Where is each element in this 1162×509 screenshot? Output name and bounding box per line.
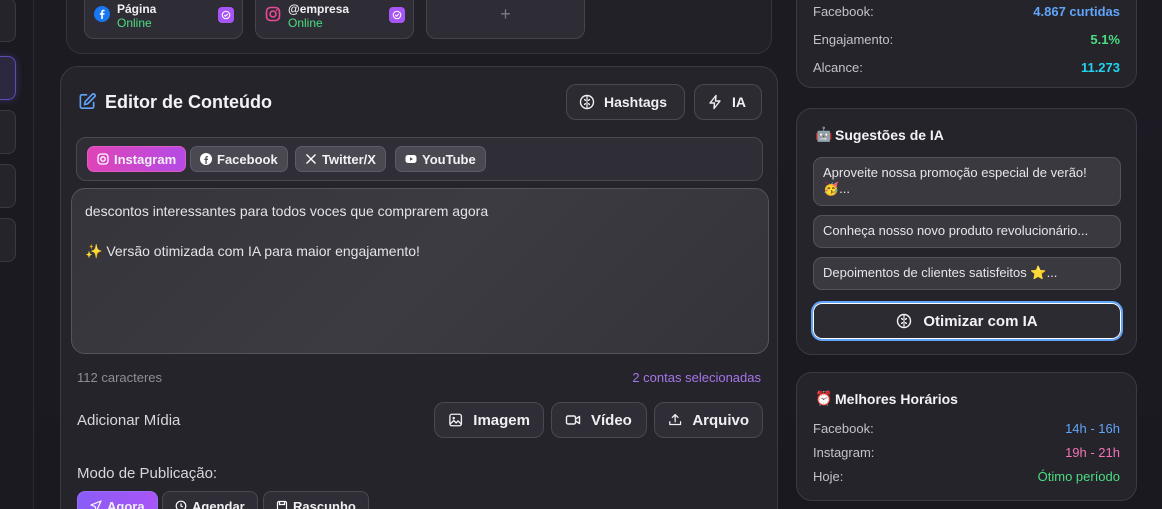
time-value: 19h - 21h: [1065, 445, 1120, 460]
sidebar-nav-button[interactable]: [0, 218, 16, 262]
time-label: Hoje:: [813, 469, 844, 484]
facebook-icon: [200, 153, 212, 165]
stat-label: Alcance:: [813, 60, 863, 75]
stats-card: Facebook: 4.867 curtidas Engajamento: 5.…: [796, 0, 1137, 88]
account-status: Online: [288, 16, 323, 30]
hashtags-label: Hashtags: [604, 94, 668, 110]
time-label: Facebook:: [813, 421, 874, 436]
accounts-panel: Página Online @empresa Online +: [66, 0, 772, 54]
brain-icon: [897, 313, 912, 329]
tab-label: Twitter/X: [322, 151, 376, 167]
mode-draft-button[interactable]: Rascunho: [263, 491, 369, 509]
editor-title: Editor de Conteúdo: [105, 92, 272, 112]
selected-accounts-count: 2 contas selecionadas: [632, 370, 761, 385]
alarm-clock-icon: ⏰: [815, 390, 833, 406]
account-card-instagram[interactable]: @empresa Online: [255, 0, 414, 39]
sidebar-nav-button-active[interactable]: [0, 56, 16, 100]
best-times-card: ⏰ Melhores Horários Facebook: 14h - 16h …: [796, 372, 1137, 501]
suggestions-title: Sugestões de IA: [835, 127, 944, 143]
check-icon[interactable]: [218, 7, 234, 23]
suggestion-item[interactable]: Aproveite nossa promoção especial de ver…: [813, 157, 1121, 206]
app-root: Página Online @empresa Online + Editor d…: [0, 0, 1162, 509]
clock-icon: [175, 500, 187, 509]
mode-label: Rascunho: [293, 498, 356, 509]
network-tabs: Instagram Facebook Twitter/X YouTube: [76, 137, 763, 181]
image-label: Imagem: [473, 411, 530, 429]
tab-twitter[interactable]: Twitter/X: [295, 146, 386, 172]
content-textarea[interactable]: descontos interessantes para todos voces…: [71, 188, 769, 354]
instagram-icon: [265, 6, 281, 22]
add-video-button[interactable]: Vídeo: [551, 402, 647, 438]
image-icon: [449, 413, 463, 427]
stat-value: 11.273: [1080, 60, 1120, 75]
file-label: Arquivo: [692, 411, 749, 429]
sidebar-nav-button[interactable]: [0, 0, 16, 42]
tab-youtube[interactable]: YouTube: [395, 146, 486, 172]
account-card-facebook[interactable]: Página Online: [84, 0, 243, 39]
content-editor-panel: Editor de Conteúdo Hashtags IA Instagram…: [60, 66, 778, 509]
tab-facebook[interactable]: Facebook: [190, 146, 288, 172]
character-count: 112 caracteres: [77, 370, 163, 385]
youtube-icon: [405, 155, 417, 163]
lightning-icon: [709, 94, 721, 110]
content-line: descontos interessantes para todos voces…: [85, 203, 489, 219]
add-file-button[interactable]: Arquivo: [654, 402, 763, 438]
check-icon[interactable]: [389, 7, 405, 23]
upload-icon: [669, 414, 682, 426]
suggestion-item[interactable]: Depoimentos de clientes satisfeitos ⭐...: [813, 257, 1121, 290]
edit-icon: [79, 93, 96, 109]
tab-label: YouTube: [422, 151, 476, 167]
sidebar-nav-button[interactable]: [0, 164, 16, 208]
time-label: Instagram:: [813, 445, 875, 460]
brain-icon: [579, 94, 595, 110]
ai-suggestions-card: 🤖 Sugestões de IA Aproveite nossa promoç…: [796, 108, 1137, 355]
mode-label: Agendar: [192, 498, 245, 509]
time-value: 14h - 16h: [1065, 421, 1120, 436]
content-line: ✨ Versão otimizada com IA para maior eng…: [85, 243, 420, 259]
tab-label: Instagram: [114, 151, 177, 167]
add-image-button[interactable]: Imagem: [434, 402, 544, 438]
ai-button[interactable]: IA: [694, 84, 762, 120]
mode-schedule-button[interactable]: Agendar: [162, 491, 258, 509]
publish-mode-label: Modo de Publicação:: [77, 465, 218, 482]
account-name: Página: [117, 2, 157, 16]
time-value: Ótimo período: [1037, 469, 1120, 484]
hashtags-button[interactable]: Hashtags: [566, 84, 685, 120]
add-account-button[interactable]: +: [426, 0, 585, 39]
media-label: Adicionar Mídia: [77, 412, 181, 429]
optimize-ai-button[interactable]: Otimizar com IA: [811, 301, 1123, 341]
account-name: @empresa: [288, 2, 350, 16]
instagram-icon: [97, 153, 109, 165]
tab-instagram[interactable]: Instagram: [87, 146, 187, 172]
sidebar-nav-button[interactable]: [0, 110, 16, 154]
video-label: Vídeo: [591, 411, 632, 429]
stat-label: Facebook:: [813, 4, 874, 19]
stat-value: 4.867 curtidas: [1033, 4, 1120, 19]
optimize-label: Otimizar com IA: [923, 312, 1038, 330]
save-icon: [276, 500, 288, 509]
mode-label: Agora: [107, 498, 145, 509]
robot-icon: 🤖: [815, 126, 833, 142]
video-icon: [565, 415, 581, 425]
left-sidebar: [0, 0, 34, 509]
tab-label: Facebook: [217, 151, 278, 167]
mode-now-button[interactable]: Agora: [77, 491, 158, 509]
stat-label: Engajamento:: [813, 32, 894, 47]
facebook-icon: [94, 6, 110, 22]
stat-value: 5.1%: [1090, 32, 1120, 47]
x-icon: [306, 154, 316, 164]
account-status: Online: [117, 16, 152, 30]
send-icon: [90, 500, 102, 509]
ai-label: IA: [732, 94, 746, 110]
best-times-title: Melhores Horários: [835, 391, 958, 407]
suggestion-item[interactable]: Conheça nosso novo produto revolucionári…: [813, 215, 1121, 248]
